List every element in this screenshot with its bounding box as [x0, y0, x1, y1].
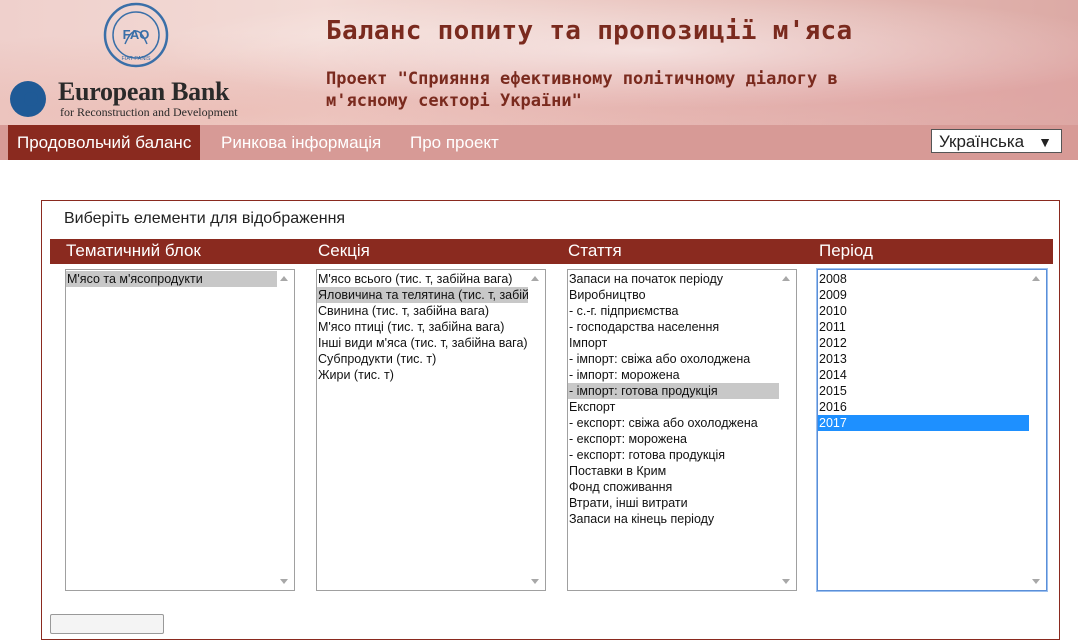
column-header-article: Стаття	[568, 241, 622, 260]
page-subtitle: Проект "Сприяння ефективному політичному…	[326, 69, 838, 111]
list-option[interactable]: Свинина (тис. т, забійна вага)	[317, 303, 528, 319]
scroll-up-arrow-icon[interactable]	[280, 276, 288, 281]
list-option[interactable]: - імпорт: свіжа або охолоджена	[568, 351, 779, 367]
thematic-block-listbox[interactable]: М'ясо та м'ясопродукти	[65, 269, 295, 591]
list-option[interactable]: 2017	[818, 415, 1029, 431]
list-option[interactable]: - експорт: готова продукція	[568, 447, 779, 463]
list-option[interactable]: 2015	[818, 383, 1029, 399]
list-option[interactable]: 2008	[818, 271, 1029, 287]
dropdown-arrow-icon: ▼	[1038, 134, 1052, 150]
listbox-options: М'ясо та м'ясопродукти	[66, 270, 277, 590]
listbox-options: Запаси на початок періоду Виробництво - с.…	[568, 270, 779, 590]
list-option[interactable]: - експорт: морожена	[568, 431, 779, 447]
article-listbox[interactable]: Запаси на початок періоду Виробництво - с.…	[567, 269, 797, 591]
column-header-thematic-block: Тематичний блок	[66, 241, 201, 260]
listbox-options: М'ясо всього (тис. т, забійна вага) Ялови…	[317, 270, 528, 590]
nav-item-about-project[interactable]: Про проект	[410, 125, 499, 160]
list-option[interactable]: Інші види м'яса (тис. т, забійна вага)	[317, 335, 528, 351]
list-option[interactable]: М'ясо птиці (тис. т, забійна вага)	[317, 319, 528, 335]
scroll-down-arrow-icon[interactable]	[782, 579, 790, 584]
svg-text:FAO: FAO	[123, 27, 150, 42]
list-option[interactable]: М'ясо всього (тис. т, забійна вага)	[317, 271, 528, 287]
nav-item-market-info[interactable]: Ринкова інформація	[221, 125, 381, 160]
scroll-down-arrow-icon[interactable]	[280, 579, 288, 584]
list-option[interactable]: Запаси на початок періоду	[568, 271, 779, 287]
listbox-scrollbar[interactable]	[1029, 270, 1046, 590]
list-option[interactable]: - господарства населення	[568, 319, 779, 335]
ebrd-subtitle: for Reconstruction and Development	[60, 105, 238, 119]
list-option[interactable]: - експорт: свіжа або охолоджена	[568, 415, 779, 431]
column-header-period: Період	[819, 241, 873, 260]
list-option[interactable]: - імпорт: готова продукція	[568, 383, 779, 399]
language-select[interactable]: Українська ▼	[931, 129, 1062, 153]
scroll-up-arrow-icon[interactable]	[531, 276, 539, 281]
column-header-section: Секція	[318, 241, 370, 260]
listbox-options: 2008 2009 2010 2011 2012 2013 2014 2015 2016 2017	[818, 270, 1029, 590]
section-listbox[interactable]: М'ясо всього (тис. т, забійна вага) Ялови…	[316, 269, 546, 591]
language-select-value: Українська	[939, 132, 1025, 151]
ebrd-logo-icon	[10, 81, 46, 117]
list-option[interactable]: 2010	[818, 303, 1029, 319]
listbox-scrollbar[interactable]	[277, 270, 294, 590]
list-option[interactable]: Поставки в Крим	[568, 463, 779, 479]
period-listbox[interactable]: 2008 2009 2010 2011 2012 2013 2014 2015 2016 2017	[817, 269, 1047, 591]
list-option[interactable]: Субпродукти (тис. т)	[317, 351, 528, 367]
page-title: Баланс попиту та пропозиції м'яса	[326, 16, 853, 46]
ebrd-name: European Bank	[58, 77, 230, 106]
list-option[interactable]: 2016	[818, 399, 1029, 415]
list-option[interactable]: - імпорт: морожена	[568, 367, 779, 383]
nav-item-food-balance[interactable]: Продовольчий баланс	[8, 125, 201, 160]
list-option[interactable]: 2014	[818, 367, 1029, 383]
fao-logo: FAO FIAT PANIS	[103, 2, 169, 68]
list-option[interactable]: Експорт	[568, 399, 779, 415]
list-option[interactable]: 2009	[818, 287, 1029, 303]
list-option[interactable]: М'ясо та м'ясопродукти	[66, 271, 277, 287]
list-option[interactable]: Втрати, інші витрати	[568, 495, 779, 511]
list-option[interactable]: Запаси на кінець періоду	[568, 511, 779, 527]
site-header: FAO FIAT PANIS European Bank for Reconst…	[0, 0, 1078, 125]
list-option[interactable]: Фонд споживання	[568, 479, 779, 495]
list-option[interactable]: Виробництво	[568, 287, 779, 303]
scroll-down-arrow-icon[interactable]	[531, 579, 539, 584]
main-nav: Продовольчий баланс Ринкова інформація П…	[0, 125, 1078, 160]
list-option[interactable]: 2012	[818, 335, 1029, 351]
list-option[interactable]: 2013	[818, 351, 1029, 367]
listbox-scrollbar[interactable]	[528, 270, 545, 590]
list-option[interactable]: Імпорт	[568, 335, 779, 351]
list-option[interactable]: Жири (тис. т)	[317, 367, 528, 383]
listbox-scrollbar[interactable]	[779, 270, 796, 590]
panel-title: Виберіть елементи для відображення	[64, 210, 346, 227]
list-option[interactable]: 2011	[818, 319, 1029, 335]
list-option[interactable]: Яловичина та телятина (тис. т, забійна в…	[317, 287, 528, 303]
scroll-up-arrow-icon[interactable]	[782, 276, 790, 281]
list-option[interactable]: - с.-г. підприємства	[568, 303, 779, 319]
scroll-down-arrow-icon[interactable]	[1032, 579, 1040, 584]
show-button[interactable]	[50, 614, 164, 634]
svg-text:FIAT PANIS: FIAT PANIS	[121, 56, 150, 62]
scroll-up-arrow-icon[interactable]	[1032, 276, 1040, 281]
